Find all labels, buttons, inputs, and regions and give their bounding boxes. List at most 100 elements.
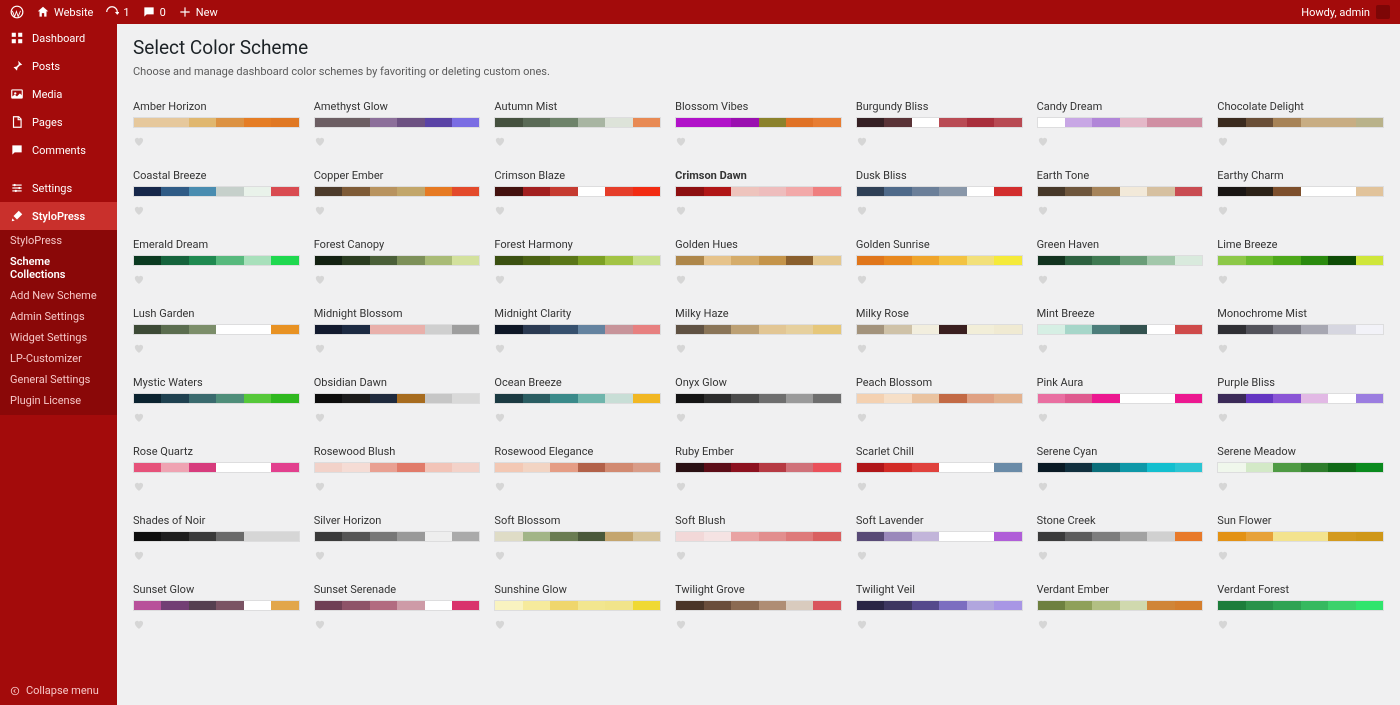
scheme-card[interactable]: Coastal Breeze: [133, 169, 300, 220]
scheme-card[interactable]: Milky Rose: [856, 307, 1023, 358]
scheme-card[interactable]: Soft Lavender: [856, 514, 1023, 565]
favorite-button[interactable]: [494, 477, 661, 496]
submenu-item[interactable]: Widget Settings: [0, 327, 117, 348]
scheme-card[interactable]: Burgundy Bliss: [856, 100, 1023, 151]
scheme-card[interactable]: Green Haven: [1037, 238, 1204, 289]
scheme-card[interactable]: Candy Dream: [1037, 100, 1204, 151]
favorite-button[interactable]: [1217, 615, 1384, 634]
scheme-card[interactable]: Sunset Glow: [133, 583, 300, 634]
favorite-button[interactable]: [675, 339, 842, 358]
favorite-button[interactable]: [675, 615, 842, 634]
collapse-menu[interactable]: Collapse menu: [0, 676, 117, 705]
favorite-button[interactable]: [494, 408, 661, 427]
favorite-button[interactable]: [856, 132, 1023, 151]
favorite-button[interactable]: [133, 201, 300, 220]
scheme-card[interactable]: Dusk Bliss: [856, 169, 1023, 220]
menu-item-settings[interactable]: Settings: [0, 174, 117, 202]
scheme-card[interactable]: Golden Sunrise: [856, 238, 1023, 289]
scheme-card[interactable]: Autumn Mist: [494, 100, 661, 151]
scheme-card[interactable]: Milky Haze: [675, 307, 842, 358]
scheme-card[interactable]: Onyx Glow: [675, 376, 842, 427]
scheme-card[interactable]: Purple Bliss: [1217, 376, 1384, 427]
favorite-button[interactable]: [856, 546, 1023, 565]
favorite-button[interactable]: [856, 201, 1023, 220]
scheme-card[interactable]: Soft Blossom: [494, 514, 661, 565]
menu-item-dashboard[interactable]: Dashboard: [0, 24, 117, 52]
submenu-item[interactable]: Admin Settings: [0, 306, 117, 327]
submenu-item[interactable]: Scheme Collections: [0, 251, 117, 285]
menu-item-stylopress[interactable]: StyloPress: [0, 202, 117, 230]
favorite-button[interactable]: [1037, 615, 1204, 634]
scheme-card[interactable]: Crimson Dawn: [675, 169, 842, 220]
scheme-card[interactable]: Lime Breeze: [1217, 238, 1384, 289]
favorite-button[interactable]: [1217, 132, 1384, 151]
favorite-button[interactable]: [675, 270, 842, 289]
favorite-button[interactable]: [1217, 477, 1384, 496]
scheme-card[interactable]: Emerald Dream: [133, 238, 300, 289]
favorite-button[interactable]: [1037, 201, 1204, 220]
favorite-button[interactable]: [314, 201, 481, 220]
submenu-item[interactable]: Add New Scheme: [0, 285, 117, 306]
favorite-button[interactable]: [133, 408, 300, 427]
favorite-button[interactable]: [133, 339, 300, 358]
scheme-card[interactable]: Forest Canopy: [314, 238, 481, 289]
favorite-button[interactable]: [133, 270, 300, 289]
scheme-card[interactable]: Verdant Ember: [1037, 583, 1204, 634]
menu-item-media[interactable]: Media: [0, 80, 117, 108]
scheme-card[interactable]: Monochrome Mist: [1217, 307, 1384, 358]
favorite-button[interactable]: [1037, 408, 1204, 427]
scheme-card[interactable]: Rosewood Blush: [314, 445, 481, 496]
scheme-card[interactable]: Ruby Ember: [675, 445, 842, 496]
scheme-card[interactable]: Midnight Blossom: [314, 307, 481, 358]
favorite-button[interactable]: [314, 132, 481, 151]
favorite-button[interactable]: [675, 546, 842, 565]
favorite-button[interactable]: [675, 477, 842, 496]
scheme-card[interactable]: Sun Flower: [1217, 514, 1384, 565]
favorite-button[interactable]: [856, 477, 1023, 496]
scheme-card[interactable]: Ocean Breeze: [494, 376, 661, 427]
favorite-button[interactable]: [1217, 408, 1384, 427]
site-link[interactable]: Website: [36, 5, 93, 19]
favorite-button[interactable]: [675, 408, 842, 427]
favorite-button[interactable]: [675, 201, 842, 220]
scheme-card[interactable]: Crimson Blaze: [494, 169, 661, 220]
favorite-button[interactable]: [856, 270, 1023, 289]
favorite-button[interactable]: [1037, 270, 1204, 289]
scheme-card[interactable]: Rose Quartz: [133, 445, 300, 496]
scheme-card[interactable]: Peach Blossom: [856, 376, 1023, 427]
updates-link[interactable]: 1: [105, 5, 129, 19]
scheme-card[interactable]: Golden Hues: [675, 238, 842, 289]
favorite-button[interactable]: [856, 408, 1023, 427]
favorite-button[interactable]: [494, 270, 661, 289]
favorite-button[interactable]: [1217, 201, 1384, 220]
submenu-item[interactable]: Plugin License: [0, 390, 117, 411]
favorite-button[interactable]: [675, 132, 842, 151]
favorite-button[interactable]: [133, 477, 300, 496]
toolbar-right[interactable]: Howdy, admin: [1301, 5, 1390, 19]
favorite-button[interactable]: [494, 132, 661, 151]
favorite-button[interactable]: [494, 339, 661, 358]
scheme-card[interactable]: Serene Meadow: [1217, 445, 1384, 496]
scheme-card[interactable]: Rosewood Elegance: [494, 445, 661, 496]
scheme-card[interactable]: Shades of Noir: [133, 514, 300, 565]
scheme-card[interactable]: Verdant Forest: [1217, 583, 1384, 634]
scheme-card[interactable]: Silver Horizon: [314, 514, 481, 565]
scheme-card[interactable]: Earthy Charm: [1217, 169, 1384, 220]
scheme-card[interactable]: Obsidian Dawn: [314, 376, 481, 427]
favorite-button[interactable]: [1037, 339, 1204, 358]
favorite-button[interactable]: [314, 615, 481, 634]
scheme-card[interactable]: Chocolate Delight: [1217, 100, 1384, 151]
favorite-button[interactable]: [133, 615, 300, 634]
scheme-card[interactable]: Copper Ember: [314, 169, 481, 220]
menu-item-pages[interactable]: Pages: [0, 108, 117, 136]
scheme-card[interactable]: Lush Garden: [133, 307, 300, 358]
favorite-button[interactable]: [494, 546, 661, 565]
menu-item-comments[interactable]: Comments: [0, 136, 117, 164]
comments-link[interactable]: 0: [142, 5, 166, 19]
scheme-card[interactable]: Soft Blush: [675, 514, 842, 565]
scheme-card[interactable]: Sunset Serenade: [314, 583, 481, 634]
scheme-card[interactable]: Pink Aura: [1037, 376, 1204, 427]
favorite-button[interactable]: [856, 339, 1023, 358]
scheme-card[interactable]: Twilight Veil: [856, 583, 1023, 634]
scheme-card[interactable]: Midnight Clarity: [494, 307, 661, 358]
